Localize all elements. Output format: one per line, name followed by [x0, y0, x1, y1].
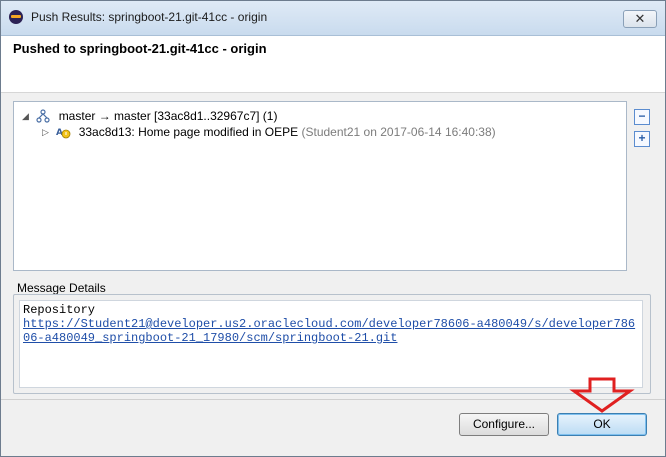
- expand-all-button[interactable]: +: [634, 131, 650, 147]
- repository-label: Repository: [23, 303, 96, 317]
- annotation-arrow-icon: [569, 377, 635, 413]
- collapsed-arrow-icon[interactable]: ▷: [42, 124, 52, 140]
- button-bar-separator: [1, 399, 665, 400]
- commit-label: 33ac8d13: Home page modified in OEPE: [78, 125, 299, 139]
- message-details-text[interactable]: Repository https://Student21@developer.u…: [19, 300, 643, 388]
- branch-icon: [36, 109, 50, 123]
- commit-icon: A: [56, 128, 71, 139]
- push-results-tree[interactable]: ◢ master → master [33ac8d1..32967c7] (1)…: [13, 101, 627, 271]
- close-button[interactable]: ✕: [623, 10, 657, 28]
- commit-meta: (Student21 on 2017-06-14 16:40:38): [301, 125, 496, 139]
- message-details-group: Repository https://Student21@developer.u…: [13, 294, 651, 394]
- message-details-label: Message Details: [17, 281, 106, 295]
- collapse-all-icon: −: [638, 109, 646, 123]
- window-title: Push Results: springboot-21.git-41cc - o…: [31, 10, 268, 24]
- ref-update-label: master → master [33ac8d1..32967c7] (1): [58, 109, 278, 123]
- push-results-dialog: Push Results: springboot-21.git-41cc - o…: [0, 0, 666, 457]
- tree-item-commit[interactable]: ▷ A 33ac8d13: Home page modified in OEPE…: [42, 124, 496, 140]
- configure-button[interactable]: Configure...: [459, 413, 549, 436]
- eclipse-icon: [9, 10, 23, 24]
- dialog-header: Pushed to springboot-21.git-41cc - origi…: [1, 36, 665, 93]
- ok-button[interactable]: OK: [557, 413, 647, 436]
- collapse-all-button[interactable]: −: [634, 109, 650, 125]
- expanded-arrow-icon[interactable]: ◢: [22, 108, 32, 124]
- expand-all-icon: +: [638, 131, 646, 145]
- tree-item-ref-update[interactable]: ◢ master → master [33ac8d1..32967c7] (1): [22, 108, 277, 124]
- repository-url-link[interactable]: https://Student21@developer.us2.oraclecl…: [23, 317, 639, 345]
- title-bar: Push Results: springboot-21.git-41cc - o…: [1, 1, 665, 36]
- page-title: Pushed to springboot-21.git-41cc - origi…: [13, 41, 267, 56]
